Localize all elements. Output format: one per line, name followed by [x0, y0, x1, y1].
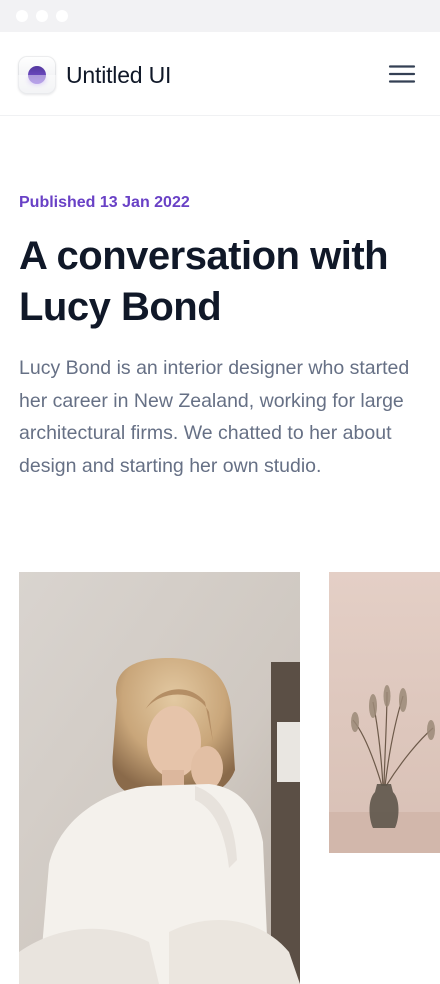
window-dot-icon	[16, 10, 28, 22]
article-image-vase	[329, 572, 440, 853]
menu-button[interactable]	[388, 62, 416, 86]
browser-chrome	[0, 0, 440, 32]
article-lede: Lucy Bond is an interior designer who st…	[19, 357, 410, 477]
window-dot-icon	[56, 10, 68, 22]
published-date: Published 13 Jan 2022	[19, 194, 190, 211]
article-image-portrait	[19, 572, 300, 984]
brand-name[interactable]: Untitled UI	[66, 60, 171, 90]
window-dot-icon	[36, 10, 48, 22]
logo-icon[interactable]	[18, 56, 56, 94]
hamburger-menu-icon	[388, 65, 416, 83]
navbar: Untitled UI	[0, 32, 440, 116]
article-title: A conversation with Lucy Bond	[19, 234, 389, 329]
